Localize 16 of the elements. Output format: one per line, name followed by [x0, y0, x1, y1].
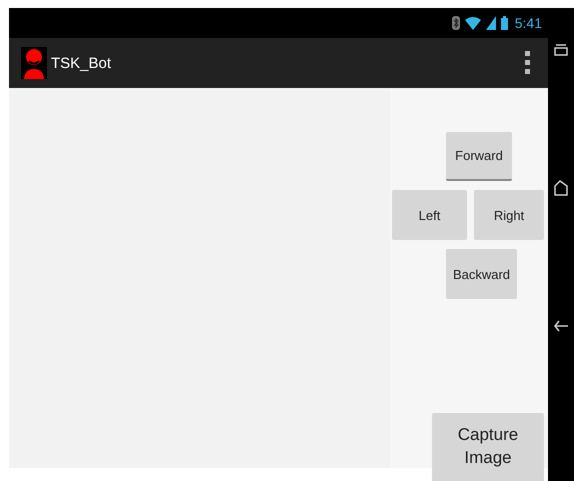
back-icon[interactable] — [554, 320, 568, 332]
home-icon[interactable] — [554, 180, 568, 196]
battery-icon — [500, 16, 508, 30]
forward-button[interactable]: Forward — [446, 132, 512, 181]
capture-image-button[interactable]: Capture Image — [432, 413, 544, 481]
overflow-menu-icon[interactable] — [525, 51, 530, 75]
app-title: TSK_Bot — [51, 54, 112, 72]
recents-icon[interactable] — [554, 44, 568, 56]
wifi-icon — [464, 16, 481, 30]
clock-time: 5:41 — [514, 15, 542, 31]
signal-icon — [486, 16, 496, 30]
right-button[interactable]: Right — [474, 190, 544, 240]
bluetooth-icon — [452, 16, 460, 30]
left-button[interactable]: Left — [392, 190, 467, 240]
robot-icon — [21, 47, 47, 79]
backward-button[interactable]: Backward — [446, 249, 517, 299]
